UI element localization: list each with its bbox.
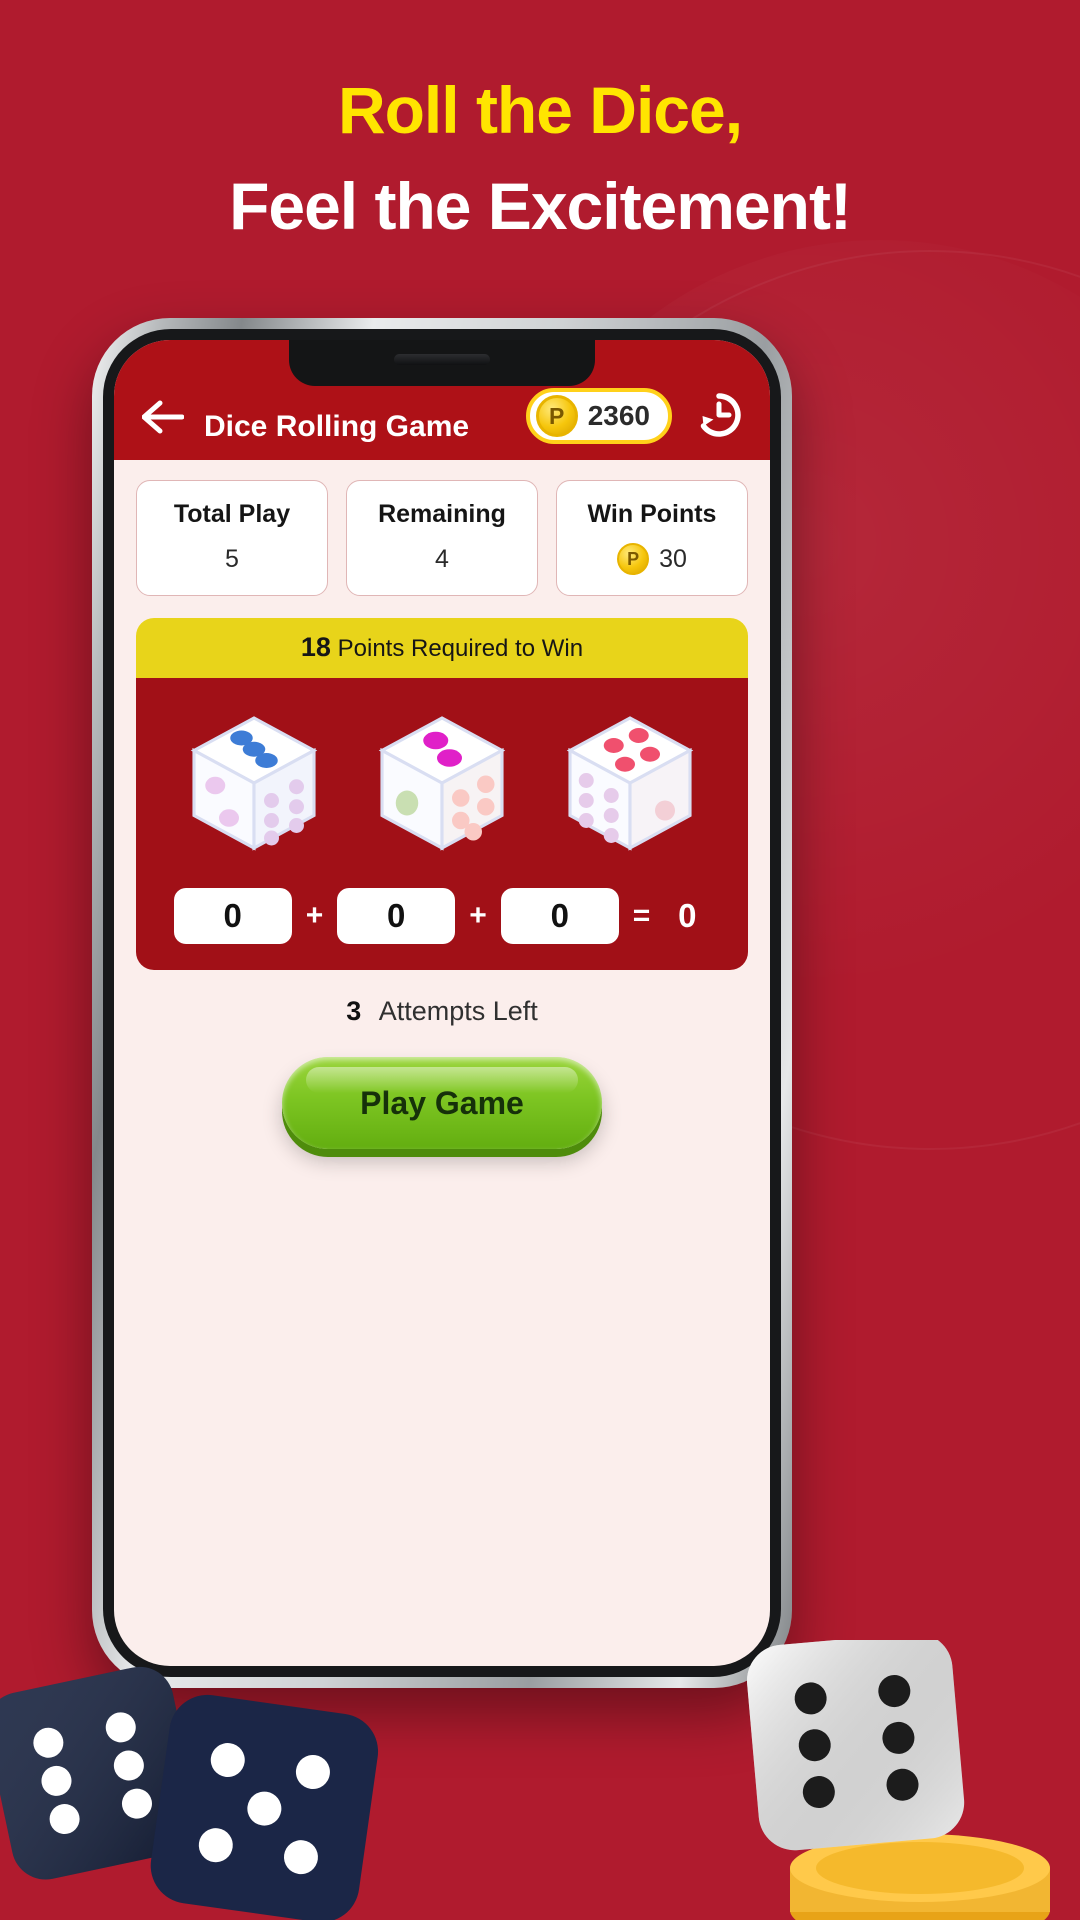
stat-card-win-points: Win Points P 30 [556,480,748,596]
stat-value: 5 [225,545,239,573]
stat-label: Total Play [173,500,291,528]
headline-line-1: Roll the Dice, [337,73,743,147]
back-button[interactable] [136,390,190,444]
headline-line-2: Feel the Excitement! [229,169,852,243]
earpiece-speaker-icon [394,354,490,365]
stat-value: 30 [659,545,687,573]
attempts-count: 3 [346,996,362,1026]
stat-label: Remaining [378,500,506,528]
stat-card-total-play: Total Play 5 [136,480,328,596]
stat-label: Win Points [587,500,717,528]
attempts-label: Attempts Left [378,996,538,1026]
game-panel: 18 Points Required to Win 0 + 0 + 0 = 0 [136,618,748,970]
score-row: 0 + 0 + 0 = 0 [160,888,724,944]
phone-notch [289,340,595,386]
coin-balance-badge[interactable]: P 2360 [525,388,672,444]
phone-mockup: Dice Rolling Game P 2360 Total Play 5 Re… [92,318,792,1688]
attempts-left: 3 Attempts Left [136,996,748,1027]
score-box-3: 0 [500,888,619,944]
dice-row [160,708,724,858]
play-game-button[interactable]: Play Game [282,1057,602,1149]
headline: Roll the Dice, Feel the Excitement! [0,62,1080,254]
points-required-value: 18 [300,632,331,662]
score-box-2: 0 [337,888,456,944]
app-body: Total Play 5 Remaining 4 Win Points P 30 [114,460,770,1149]
app-bar-title: Dice Rolling Game [204,410,470,443]
die-one-icon[interactable] [179,708,329,858]
history-button[interactable] [690,386,748,444]
coin-icon: P [617,543,650,575]
arrow-left-icon [142,400,184,434]
stat-value-wrapper: P 30 [561,543,743,575]
stat-value: 4 [435,545,449,573]
score-box-1: 0 [173,888,292,944]
history-clock-icon [700,393,741,437]
score-operator-2: + [469,899,487,932]
points-required-banner: 18 Points Required to Win [136,618,748,678]
foreground-white-die-and-coins [747,1640,1050,1920]
coin-balance-value: 2360 [587,400,650,431]
die-three-icon[interactable] [555,708,705,858]
coin-icon: P [535,395,578,437]
dice-area: 0 + 0 + 0 = 0 [136,678,748,970]
score-operator-1: + [305,899,324,932]
stats-row: Total Play 5 Remaining 4 Win Points P 30 [136,480,748,596]
score-equals: = [632,899,651,932]
score-total: 0 [678,897,697,934]
play-game-label: Play Game [360,1084,524,1121]
phone-screen: Dice Rolling Game P 2360 Total Play 5 Re… [114,340,770,1666]
points-required-label: Points Required to Win [337,635,584,662]
stat-card-remaining: Remaining 4 [346,480,538,596]
foreground-navy-dice [0,1666,379,1920]
die-two-icon[interactable] [367,708,517,858]
